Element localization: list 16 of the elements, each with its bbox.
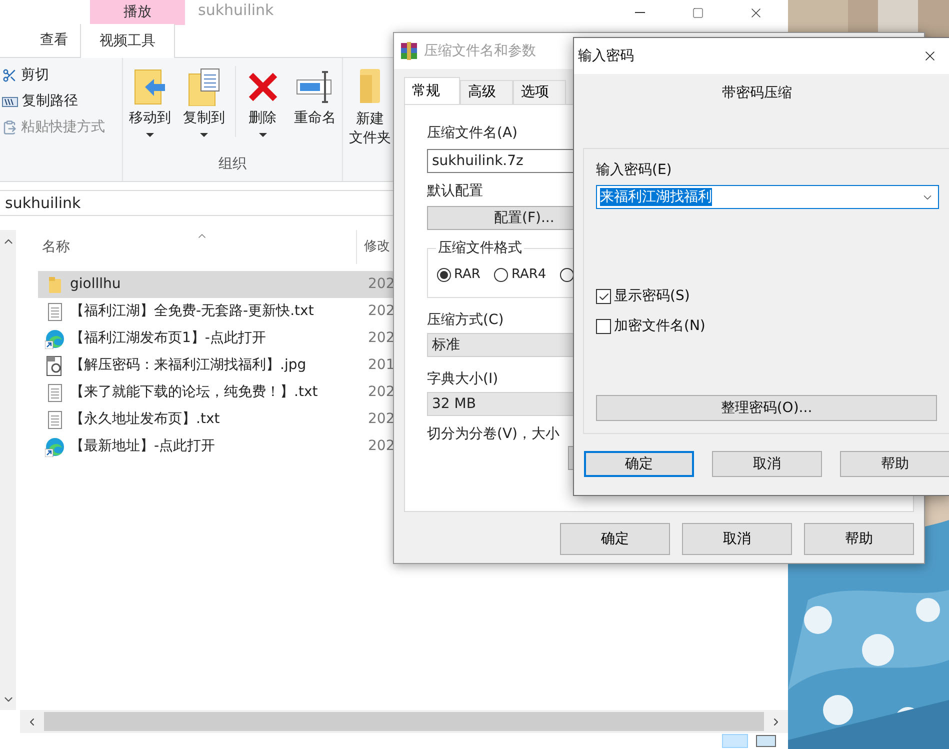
field-label: 输入密码(E) [596, 161, 672, 180]
field-label: 切分为分卷(V)，大小 [427, 425, 560, 444]
group-label: 组织 [218, 155, 246, 174]
checkbox-label: 显示密码(S) [614, 287, 690, 306]
field-label: 压缩方式(C) [427, 311, 504, 330]
dialog-title: 压缩文件名和参数 [424, 42, 536, 60]
dialog-title: 输入密码 [578, 46, 635, 66]
dialog-heading: 带密码压缩 [721, 84, 793, 103]
contextual-tab-header: 播放 [90, 0, 185, 25]
window-title: sukhuilink [198, 0, 274, 21]
radio-label: RAR4 [511, 266, 546, 284]
field-label: 默认配置 [427, 182, 483, 201]
checkbox-label: 加密文件名(N) [614, 317, 706, 336]
field-label: 压缩文件名(A) [427, 124, 518, 143]
radio-label: RAR [454, 266, 480, 284]
field-label: 字典大小(I) [427, 370, 498, 389]
